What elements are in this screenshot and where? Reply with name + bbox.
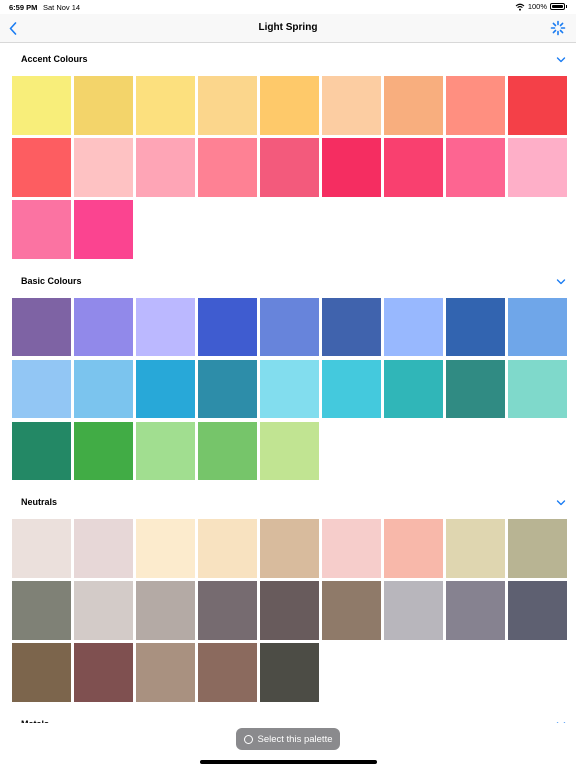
color-swatch[interactable]: [322, 297, 381, 356]
color-swatch[interactable]: [12, 297, 71, 356]
color-swatch[interactable]: [198, 359, 257, 418]
color-swatch[interactable]: [322, 76, 381, 135]
color-swatch[interactable]: [198, 581, 257, 640]
select-palette-button[interactable]: Select this palette: [236, 728, 340, 750]
section-header[interactable]: Accent Colours: [0, 43, 576, 76]
color-swatch[interactable]: [446, 76, 505, 135]
color-swatch[interactable]: [198, 421, 257, 480]
color-swatch[interactable]: [74, 76, 133, 135]
section-title: Neutrals: [21, 497, 58, 507]
home-indicator: [200, 760, 377, 764]
navigation-bar: Light Spring: [0, 14, 576, 43]
color-swatch[interactable]: [260, 359, 319, 418]
color-swatch[interactable]: [74, 421, 133, 480]
color-swatch[interactable]: [12, 519, 71, 578]
color-swatch[interactable]: [260, 519, 319, 578]
color-swatch[interactable]: [12, 581, 71, 640]
color-swatch[interactable]: [322, 138, 381, 197]
color-swatch[interactable]: [12, 643, 71, 702]
wifi-icon: [515, 3, 525, 11]
color-swatch[interactable]: [384, 359, 443, 418]
swatch-grid: [0, 297, 576, 480]
color-swatch[interactable]: [384, 138, 443, 197]
color-swatch[interactable]: [12, 359, 71, 418]
color-swatch[interactable]: [384, 519, 443, 578]
color-swatch[interactable]: [260, 76, 319, 135]
battery-icon: [550, 3, 565, 10]
color-swatch[interactable]: [322, 581, 381, 640]
color-swatch[interactable]: [260, 138, 319, 197]
color-swatch[interactable]: [322, 519, 381, 578]
color-swatch[interactable]: [260, 297, 319, 356]
section-title: Basic Colours: [21, 275, 82, 286]
color-swatch[interactable]: [74, 643, 133, 702]
color-swatch[interactable]: [508, 76, 567, 135]
spinner-icon[interactable]: [550, 20, 566, 36]
color-swatch[interactable]: [12, 421, 71, 480]
color-swatch[interactable]: [136, 297, 195, 356]
color-swatch[interactable]: [136, 138, 195, 197]
color-swatch[interactable]: [508, 519, 567, 578]
palette-list[interactable]: Accent Colours Basic Colours Neutrals Metal…: [0, 43, 576, 723]
color-swatch[interactable]: [384, 581, 443, 640]
color-swatch[interactable]: [198, 643, 257, 702]
color-swatch[interactable]: [446, 359, 505, 418]
color-swatch[interactable]: [384, 297, 443, 356]
status-date: Sat Nov 14: [43, 3, 81, 12]
color-swatch[interactable]: [508, 138, 567, 197]
color-swatch[interactable]: [198, 138, 257, 197]
color-swatch[interactable]: [12, 76, 71, 135]
color-swatch[interactable]: [136, 643, 195, 702]
color-swatch[interactable]: [508, 581, 567, 640]
status-bar: 6:59 PM Sat Nov 14 100%: [0, 0, 576, 14]
color-swatch[interactable]: [260, 643, 319, 702]
section-header[interactable]: Metals: [0, 708, 576, 724]
battery-percent: 100%: [527, 2, 547, 11]
color-swatch[interactable]: [446, 519, 505, 578]
page-title: Light Spring: [258, 22, 318, 33]
color-swatch[interactable]: [260, 581, 319, 640]
radio-circle-icon: [243, 734, 253, 744]
section-header[interactable]: Neutrals: [0, 486, 576, 519]
color-swatch[interactable]: [136, 76, 195, 135]
color-swatch[interactable]: [12, 138, 71, 197]
section-header[interactable]: Basic Colours: [0, 265, 576, 298]
color-swatch[interactable]: [260, 421, 319, 480]
color-swatch[interactable]: [136, 421, 195, 480]
chevron-down-icon[interactable]: [556, 55, 566, 65]
color-swatch[interactable]: [446, 581, 505, 640]
color-swatch[interactable]: [508, 359, 567, 418]
color-swatch[interactable]: [384, 76, 443, 135]
color-swatch[interactable]: [136, 519, 195, 578]
color-swatch[interactable]: [74, 581, 133, 640]
battery-tip: [566, 5, 567, 8]
color-swatch[interactable]: [74, 519, 133, 578]
section-title: Accent Colours: [21, 54, 88, 64]
color-swatch[interactable]: [198, 297, 257, 356]
color-swatch[interactable]: [446, 297, 505, 356]
chevron-down-icon[interactable]: [556, 720, 566, 724]
color-swatch[interactable]: [12, 200, 71, 259]
color-swatch[interactable]: [198, 76, 257, 135]
color-swatch[interactable]: [446, 138, 505, 197]
section-title: Metals: [21, 719, 49, 724]
color-swatch[interactable]: [322, 359, 381, 418]
color-swatch[interactable]: [74, 297, 133, 356]
status-indicators: 100%: [515, 2, 567, 11]
color-swatch[interactable]: [198, 519, 257, 578]
color-swatch[interactable]: [74, 138, 133, 197]
swatch-grid: [0, 76, 576, 259]
chevron-down-icon[interactable]: [556, 277, 566, 287]
color-swatch[interactable]: [136, 581, 195, 640]
status-time: 6:59 PM: [9, 3, 38, 12]
color-swatch[interactable]: [508, 297, 567, 356]
color-swatch[interactable]: [136, 359, 195, 418]
select-palette-label: Select this palette: [257, 733, 333, 745]
swatch-grid: [0, 519, 576, 702]
chevron-down-icon[interactable]: [556, 498, 566, 508]
color-swatch[interactable]: [74, 200, 133, 259]
color-swatch[interactable]: [74, 359, 133, 418]
